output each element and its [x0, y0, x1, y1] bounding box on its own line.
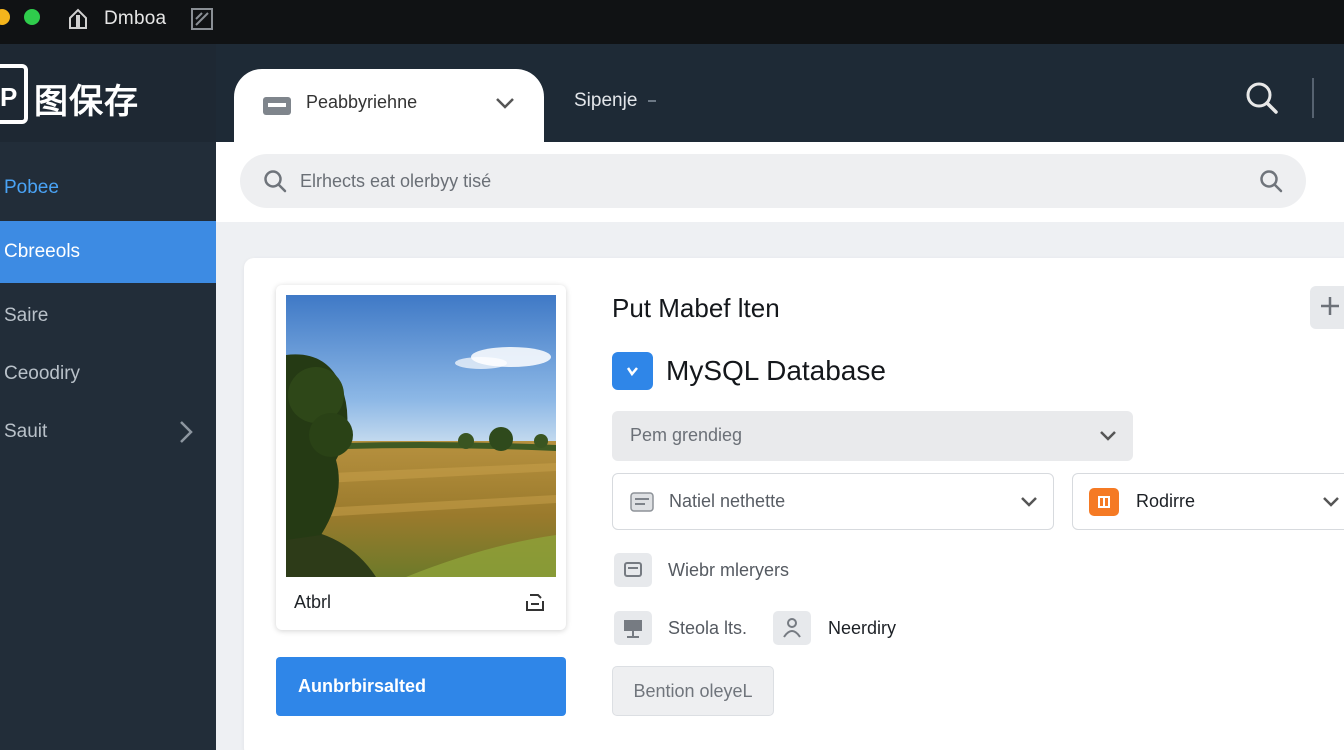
sidebar-item-label: Pobee	[4, 177, 59, 198]
sidebar-item-label: Cbreeols	[4, 241, 81, 262]
section-title: Put Mabef lten	[612, 293, 780, 323]
status-label[interactable]: Steola lts.	[668, 618, 747, 639]
search-input[interactable]	[300, 163, 1220, 199]
grouping-select[interactable]: Pem grendieg	[612, 411, 1133, 461]
home-icon[interactable]	[66, 7, 90, 31]
owner-label[interactable]: Neerdiry	[828, 618, 896, 639]
header-divider	[1312, 78, 1314, 118]
layers-label[interactable]: Wiebr mleryers	[668, 560, 789, 581]
monitor-icon	[614, 611, 652, 645]
document-icon	[630, 492, 654, 512]
maximize-window-button[interactable]	[24, 9, 40, 25]
target-select-value: Rodirre	[1136, 491, 1196, 511]
minimize-window-button[interactable]	[0, 9, 10, 25]
sidebar: P 图保存 Pobee Cbreeols Saire Ceoodiry Saui…	[0, 44, 216, 750]
title-bar: Dmboa	[0, 0, 1344, 44]
sidebar-brand: P 图保存	[0, 44, 216, 142]
sidebar-item-label: Sauit	[4, 421, 48, 442]
search-submit-icon[interactable]	[1258, 168, 1284, 194]
plus-icon	[1321, 297, 1339, 315]
brand-name: 图保存	[34, 83, 139, 121]
chevron-down-icon	[1100, 431, 1116, 441]
image-card[interactable]: Atbrl	[276, 285, 566, 630]
target-select[interactable]: Rodirre	[1072, 473, 1344, 530]
sidebar-item-saire[interactable]: Saire	[0, 285, 216, 347]
chevron-right-icon	[180, 421, 193, 443]
tab-sipenje[interactable]: Sipenje	[574, 90, 637, 112]
secondary-action-button[interactable]: Bention oleyeL	[612, 666, 774, 716]
source-select[interactable]: Natiel nethette	[612, 473, 1054, 530]
orange-badge-icon	[1089, 488, 1119, 516]
layers-icon	[614, 553, 652, 587]
search-band	[216, 142, 1344, 222]
sidebar-item-label: Saire	[4, 305, 49, 326]
add-button[interactable]	[1310, 286, 1344, 329]
sidebar-item-cbreeols[interactable]: Cbreeols	[0, 221, 216, 283]
header-bar: Peabbyriehne Sipenje	[216, 44, 1344, 149]
folder-icon	[263, 97, 291, 115]
source-select-value: Natiel nethette	[669, 491, 786, 511]
search-icon[interactable]	[1244, 80, 1280, 116]
landscape-image	[286, 295, 556, 577]
app-name: Dmboa	[104, 8, 167, 29]
sidebar-item-label: Ceoodiry	[4, 363, 81, 384]
grouping-select-value: Pem grendieg	[630, 425, 743, 445]
export-icon[interactable]	[524, 591, 546, 613]
sidebar-item-sauit[interactable]: Sauit	[0, 401, 216, 463]
chevron-down-icon	[1021, 497, 1037, 507]
database-name: MySQL Database	[666, 355, 886, 386]
svg-text:P: P	[0, 82, 17, 112]
brand-logo-icon: P	[0, 64, 28, 124]
user-icon	[773, 611, 811, 645]
tab-indicator	[648, 100, 656, 102]
tab-active-label: Peabbyriehne	[306, 92, 418, 112]
image-caption: Atbrl	[294, 592, 332, 612]
chevron-down-icon	[1323, 497, 1339, 507]
chevron-down-icon[interactable]	[494, 96, 516, 110]
sidebar-item-pobee[interactable]: Pobee	[0, 157, 216, 219]
search-bar[interactable]	[240, 154, 1306, 208]
database-icon	[612, 352, 653, 390]
sidebar-item-ceoodiry[interactable]: Ceoodiry	[0, 343, 216, 405]
primary-action-button[interactable]: Aunbrbirsalted	[276, 657, 566, 716]
edit-icon[interactable]	[190, 7, 214, 31]
search-icon	[264, 170, 287, 193]
